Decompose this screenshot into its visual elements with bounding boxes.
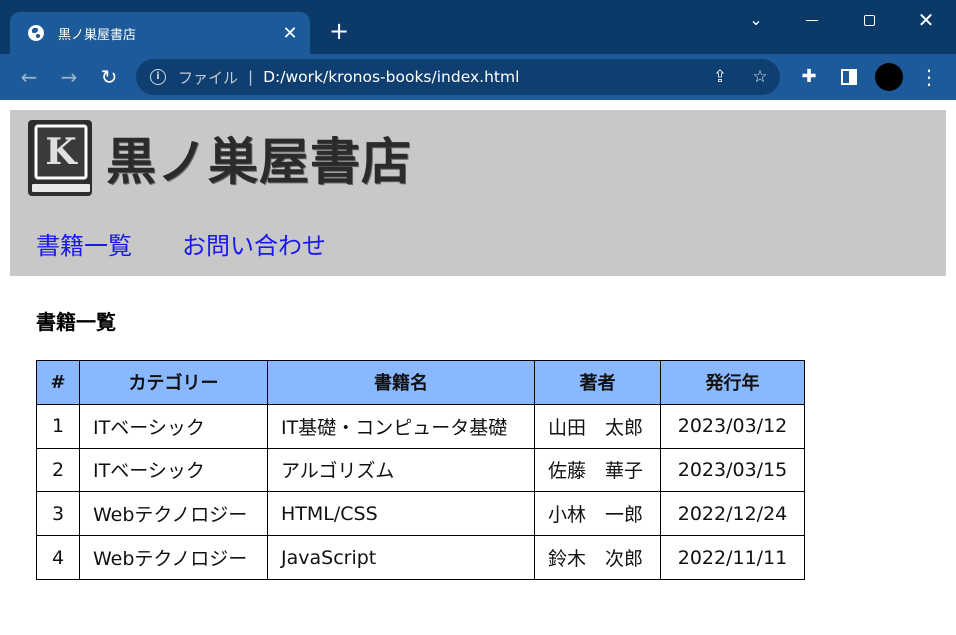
cell-author: 小林 一郎 xyxy=(534,491,661,537)
kebab-menu-icon[interactable]: ⋮ xyxy=(914,62,944,92)
browser-toolbar: ← → ↻ i ファイル | D:/work/kronos-books/inde… xyxy=(0,54,956,100)
column-header-author: 著者 xyxy=(534,360,661,405)
table-row: 1 ITベーシック IT基礎・コンピュータ基礎 山田 太郎 2023/03/12 xyxy=(36,403,805,449)
site-header: K 黒ノ巣屋書店 書籍一覧 お問い合わせ xyxy=(10,110,946,276)
share-icon[interactable]: ⇪ xyxy=(700,67,740,87)
cell-category: ITベーシック xyxy=(79,447,268,493)
cell-date: 2023/03/15 xyxy=(660,447,805,493)
globe-icon xyxy=(28,25,44,41)
site-name: 黒ノ巣屋書店 xyxy=(106,133,412,191)
cell-number: 3 xyxy=(36,491,80,537)
bookmark-star-icon[interactable]: ☆ xyxy=(740,67,780,87)
reload-icon[interactable]: ↻ xyxy=(94,62,124,92)
cell-date: 2022/11/11 xyxy=(660,535,805,580)
books-table: # カテゴリー 書籍名 著者 発行年 1 ITベーシック IT基礎・コンピュータ… xyxy=(36,360,805,580)
nav-link-book-list[interactable]: 書籍一覧 xyxy=(36,226,132,261)
logo-letter: K xyxy=(45,131,78,173)
url-text[interactable]: D:/work/kronos-books/index.html xyxy=(263,68,700,86)
scheme-label: ファイル xyxy=(178,68,239,87)
tab-close-icon[interactable]: ✕ xyxy=(278,23,302,44)
browser-tab[interactable]: 黒ノ巣屋書店 ✕ xyxy=(10,12,310,54)
cell-date: 2023/03/12 xyxy=(660,403,805,449)
profile-avatar[interactable] xyxy=(875,63,903,91)
side-panel-icon[interactable] xyxy=(834,62,864,92)
cell-number: 1 xyxy=(36,403,80,449)
table-row: 2 ITベーシック アルゴリズム 佐藤 華子 2023/03/15 xyxy=(36,447,805,493)
new-tab-button[interactable]: + xyxy=(326,18,352,44)
minimize-button[interactable] xyxy=(792,6,832,34)
section-title: 書籍一覧 xyxy=(36,310,116,334)
table-row: 3 Webテクノロジー HTML/CSS 小林 一郎 2022/12/24 xyxy=(36,491,805,537)
cell-category: Webテクノロジー xyxy=(79,535,268,580)
forward-arrow-icon[interactable]: → xyxy=(54,62,84,92)
column-header-category: カテゴリー xyxy=(79,360,268,405)
cell-title: JavaScript xyxy=(267,535,535,580)
cell-author: 山田 太郎 xyxy=(534,403,661,449)
cell-category: ITベーシック xyxy=(79,403,268,449)
info-icon[interactable]: i xyxy=(150,69,166,85)
site-nav: 書籍一覧 お問い合わせ xyxy=(36,226,326,261)
book-logo-icon: K xyxy=(28,120,92,196)
cell-title: HTML/CSS xyxy=(267,491,535,537)
tab-search-chevron-icon[interactable]: ⌄ xyxy=(736,6,776,34)
column-header-date: 発行年 xyxy=(660,360,805,405)
table-row: 4 Webテクノロジー JavaScript 鈴木 次郎 2022/11/11 xyxy=(36,535,805,580)
cell-category: Webテクノロジー xyxy=(79,491,268,537)
extensions-puzzle-icon[interactable]: ✚ xyxy=(794,62,824,92)
address-bar[interactable]: i ファイル | D:/work/kronos-books/index.html… xyxy=(136,59,780,95)
cell-number: 2 xyxy=(36,447,80,493)
address-separator: | xyxy=(248,68,254,86)
cell-date: 2022/12/24 xyxy=(660,491,805,537)
cell-title: IT基礎・コンピュータ基礎 xyxy=(267,403,535,449)
cell-title: アルゴリズム xyxy=(267,447,535,493)
nav-link-contact[interactable]: お問い合わせ xyxy=(182,226,326,261)
column-header-title: 書籍名 xyxy=(267,360,535,405)
tab-title: 黒ノ巣屋書店 xyxy=(58,27,137,43)
column-header-number: # xyxy=(36,360,80,405)
maximize-button[interactable] xyxy=(849,6,889,34)
cell-number: 4 xyxy=(36,535,80,580)
back-arrow-icon[interactable]: ← xyxy=(14,62,44,92)
browser-tab-strip: 黒ノ巣屋書店 ✕ + ⌄ ✕ xyxy=(0,0,956,54)
window-close-button[interactable]: ✕ xyxy=(906,6,946,34)
cell-author: 佐藤 華子 xyxy=(534,447,661,493)
cell-author: 鈴木 次郎 xyxy=(534,535,661,580)
table-header-row: # カテゴリー 書籍名 著者 発行年 xyxy=(36,360,805,405)
